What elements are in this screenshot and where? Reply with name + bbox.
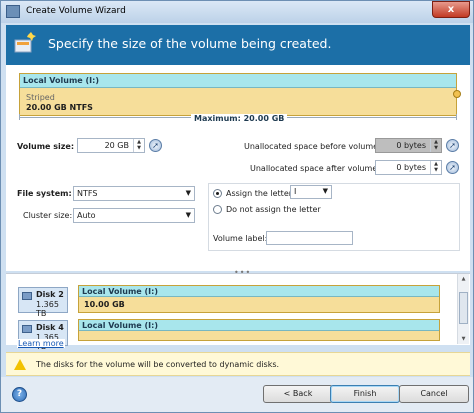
resize-handle[interactable] <box>453 90 461 98</box>
spinner-arrows-icon[interactable]: ▲ ▼ <box>133 139 144 152</box>
scroll-thumb[interactable] <box>459 292 468 324</box>
unalloc-after-label: Unallocated space after volume: <box>250 164 380 173</box>
disk-icon <box>22 292 32 300</box>
content-area: Local Volume (I:) Striped 20.00 GB NTFS … <box>6 65 470 277</box>
assign-letter-label: Assign the letter: <box>226 189 295 198</box>
chevron-down-icon: ▼ <box>185 211 191 219</box>
scroll-up-icon[interactable]: ▲ <box>458 274 469 284</box>
disk-volume-size: 10.00 GB <box>84 300 125 309</box>
unalloc-before-label: Unallocated space before volume: <box>244 142 381 151</box>
file-system-select[interactable]: NTFS ▼ <box>73 186 195 201</box>
footer-bar: ? < Back Finish Cancel <box>1 377 473 412</box>
volume-size-value: 20 GB <box>104 141 129 150</box>
unalloc-before-value: 0 bytes <box>396 141 426 150</box>
volume-preview-name: Local Volume (I:) <box>23 76 99 85</box>
go-arrow-icon[interactable]: ➚ <box>446 139 459 152</box>
volume-label-label: Volume label: <box>213 234 268 243</box>
file-system-value: NTFS <box>77 189 98 198</box>
warning-icon <box>14 359 26 370</box>
unalloc-after-value: 0 bytes <box>396 163 426 172</box>
title-bar[interactable]: Create Volume Wizard x <box>1 1 473 23</box>
help-icon[interactable]: ? <box>12 387 27 402</box>
unalloc-before-spinner[interactable]: 0 bytes ▲ ▼ <box>375 138 442 153</box>
disk-volume-header: Local Volume (I:) <box>79 320 439 331</box>
finish-button[interactable]: Finish <box>330 385 400 403</box>
chevron-down-icon: ▼ <box>322 187 328 195</box>
no-letter-label: Do not assign the letter <box>226 205 321 214</box>
drive-letter-value: I <box>294 187 297 196</box>
volume-preview-header: Local Volume (I:) <box>20 74 456 88</box>
cluster-size-value: Auto <box>77 211 96 220</box>
disk-volume-name: Local Volume (I:) <box>82 321 158 330</box>
learn-more-link[interactable]: Learn more <box>17 339 65 348</box>
unalloc-after-spinner[interactable]: 0 bytes ▲ ▼ <box>375 160 442 175</box>
disk-volume-header: Local Volume (I:) <box>79 286 439 297</box>
go-arrow-icon[interactable]: ➚ <box>149 139 162 152</box>
spinner-arrows-icon[interactable]: ▲ ▼ <box>430 161 441 174</box>
spinner-arrows-icon[interactable]: ▲ ▼ <box>430 139 441 152</box>
disk-pane-scrollbar[interactable]: ▲ ▼ <box>457 274 469 344</box>
disk-name: Disk 2 <box>36 290 64 299</box>
volume-label-input[interactable] <box>266 231 353 245</box>
wizard-banner-icon <box>14 32 36 53</box>
cancel-button[interactable]: Cancel <box>399 385 469 403</box>
disk-volume[interactable]: Local Volume (I:) 10.00 GB <box>78 285 440 313</box>
volume-size-label: Volume size: <box>17 142 75 151</box>
cluster-size-select[interactable]: Auto ▼ <box>73 208 195 223</box>
assign-letter-radio[interactable] <box>213 189 222 198</box>
app-icon <box>6 5 20 18</box>
scroll-down-icon[interactable]: ▼ <box>458 334 469 344</box>
disk-size: 1.365 TB <box>36 300 59 318</box>
file-system-label: File system: <box>17 189 72 198</box>
window-title: Create Volume Wizard <box>26 6 126 16</box>
volume-preview-size: 20.00 GB NTFS <box>26 103 93 112</box>
warning-bar: The disks for the volume will be convert… <box>6 352 470 376</box>
close-button[interactable]: x <box>432 1 470 18</box>
volume-size-preview[interactable]: Local Volume (I:) Striped 20.00 GB NTFS <box>19 73 461 116</box>
drive-letter-select[interactable]: I ▼ <box>290 185 332 199</box>
maximum-line-left-cap <box>19 114 20 120</box>
cluster-size-label: Cluster size: <box>23 211 73 220</box>
wizard-banner: Specify the size of the volume being cre… <box>6 25 470 65</box>
back-button[interactable]: < Back <box>263 385 333 403</box>
volume-preview-type: Striped <box>26 93 55 102</box>
no-letter-radio[interactable] <box>213 205 222 214</box>
go-arrow-icon[interactable]: ➚ <box>446 161 459 174</box>
volume-size-spinner[interactable]: 20 GB ▲ ▼ <box>77 138 145 153</box>
wizard-window: Create Volume Wizard x Specify the size … <box>0 0 474 413</box>
disk-icon <box>22 325 32 333</box>
disk-volume[interactable]: Local Volume (I:) <box>78 319 440 341</box>
chevron-down-icon: ▼ <box>185 189 191 197</box>
disk-name: Disk 4 <box>36 323 64 332</box>
disk-volume-name: Local Volume (I:) <box>82 287 158 296</box>
maximum-line-right-cap <box>456 114 457 120</box>
warning-text: The disks for the volume will be convert… <box>36 360 280 369</box>
disk-item[interactable]: Disk 2 1.365 TB <box>18 287 68 318</box>
banner-text: Specify the size of the volume being cre… <box>48 36 332 51</box>
maximum-size-label: Maximum: 20.00 GB <box>191 114 288 123</box>
disk-pane: Disk 2 1.365 TB Local Volume (I:) 10.00 … <box>6 273 470 351</box>
